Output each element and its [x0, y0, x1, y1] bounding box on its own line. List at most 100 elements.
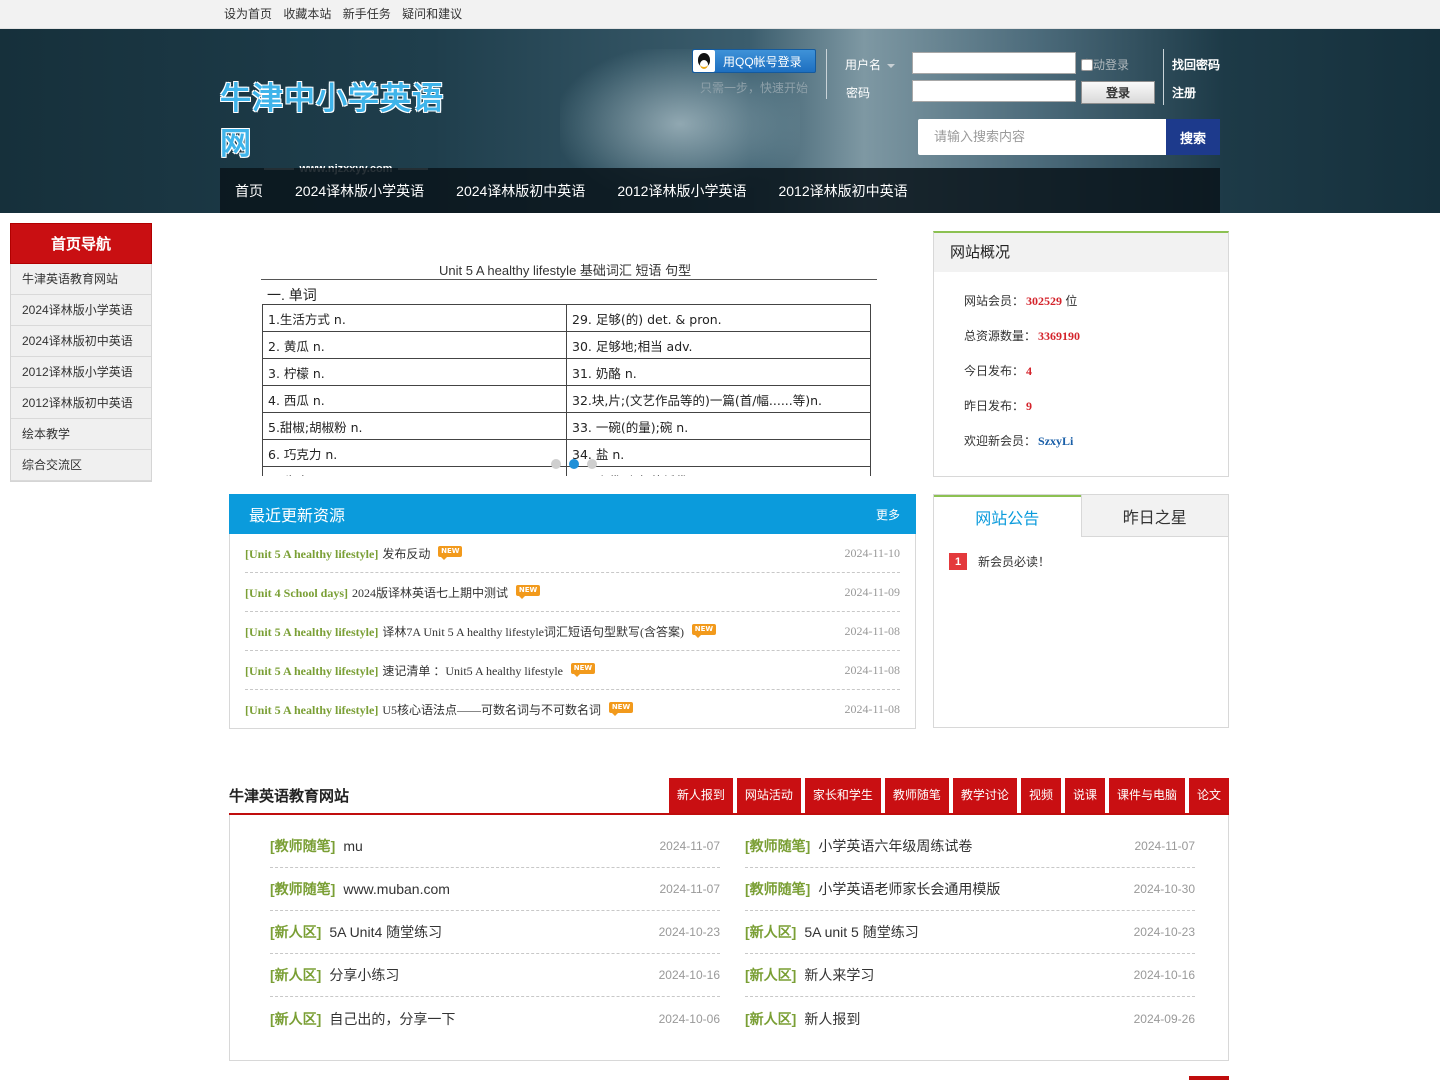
new-badge-icon: NEW — [438, 545, 463, 560]
list-item[interactable]: [新人区] 分享小练习 2024-10-16 — [270, 954, 720, 997]
qq-login-button[interactable]: 用QQ帐号登录 — [692, 49, 816, 73]
login-button[interactable]: 登录 — [1081, 81, 1155, 104]
newbie-task-link[interactable]: 新手任务 — [343, 7, 391, 21]
section-tag[interactable]: 课件与电脑 — [1108, 778, 1185, 813]
list-item[interactable]: [新人区] 自己出的，分享一下 2024-10-06 — [270, 997, 720, 1040]
post-title-link[interactable]: 新人来学习 — [804, 967, 874, 983]
banner-slider[interactable]: Unit 5 A healthy lifestyle 基础词汇 短语 句型 一.… — [229, 231, 919, 476]
new-badge-icon: NEW — [609, 702, 633, 716]
list-item[interactable]: [教师随笔] mu 2024-11-07 — [270, 825, 720, 868]
post-title-link[interactable]: 5A unit 5 随堂练习 — [804, 924, 918, 940]
resource-title-link[interactable]: 速记清单 ：Unit5 A healthy lifestyle — [382, 664, 563, 678]
tab-yesterday-star[interactable]: 昨日之星 — [1080, 495, 1228, 537]
resource-title-link[interactable]: 译林7A Unit 5 A healthy lifestyle词汇短语句型默写(… — [382, 625, 684, 639]
post-title-link[interactable]: 小学英语老师家长会通用模版 — [818, 881, 1000, 897]
post-title-link[interactable]: 自己出的，分享一下 — [329, 1011, 455, 1027]
post-category-link[interactable]: [新人区] — [270, 924, 321, 940]
side-nav-item[interactable]: 牛津英语教育网站 — [11, 264, 151, 295]
feedback-link[interactable]: 疑问和建议 — [402, 7, 462, 21]
tab-site-notice[interactable]: 网站公告 — [934, 495, 1081, 537]
nav-item-2012-primary[interactable]: 2012译林版小学英语 — [617, 181, 746, 201]
nav-item-2024-primary[interactable]: 2024译林版小学英语 — [295, 181, 424, 201]
list-item[interactable]: [Unit 5 A healthy lifestyle] 速记清单 ：Unit5 … — [245, 651, 900, 690]
post-title-link[interactable]: 小学英语六年级周练试卷 — [818, 838, 972, 854]
side-nav-item[interactable]: 绘本教学 — [11, 419, 151, 450]
post-title-link[interactable]: 新人报到 — [804, 1011, 860, 1027]
set-homepage-link[interactable]: 设为首页 — [224, 7, 272, 21]
table-row: 1.生活方式 n. 29. 足够(的) det. & pron. — [262, 304, 871, 332]
post-category-link[interactable]: [新人区] — [745, 924, 796, 940]
table-row: 4. 西瓜 n. 32.块,片;(文艺作品等的)一篇(首/幅......等)n. — [262, 385, 871, 413]
site-logo[interactable]: 牛津中小学英语网 www.njzxxyy.com — [220, 73, 472, 175]
list-item[interactable]: [新人区] 5A unit 5 随堂练习 2024-10-23 — [745, 911, 1195, 954]
resource-title-link[interactable]: 2024版译林英语七上期中测试 — [352, 586, 508, 600]
forgot-password-link[interactable]: 找回密码 — [1172, 56, 1220, 73]
side-nav-item[interactable]: 2024译林版初中英语 — [11, 326, 151, 357]
new-member-link[interactable]: SzxyLi — [1038, 434, 1073, 448]
post-title-link[interactable]: 5A Unit4 随堂练习 — [329, 924, 442, 940]
side-nav-item[interactable]: 2024译林版小学英语 — [11, 295, 151, 326]
post-title-link[interactable]: www.muban.com — [343, 881, 450, 897]
post-category-link[interactable]: [教师随笔] — [745, 881, 810, 897]
resource-category-link[interactable]: [Unit 5 A healthy lifestyle] — [245, 625, 378, 639]
list-item[interactable]: [新人区] 新人报到 2024-09-26 — [745, 997, 1195, 1040]
nav-item-home[interactable]: 首页 — [235, 181, 263, 201]
section-tag[interactable]: 说课 — [1064, 778, 1105, 813]
resource-category-link[interactable]: [Unit 5 A healthy lifestyle] — [245, 703, 378, 717]
post-title-link[interactable]: mu — [343, 838, 362, 854]
list-item[interactable]: [Unit 5 A healthy lifestyle] U5核心语法点——可数名… — [245, 690, 900, 729]
more-link[interactable]: 更多 — [876, 506, 900, 523]
side-nav-item[interactable]: 综合交流区 — [11, 450, 151, 481]
post-category-link[interactable]: [教师随笔] — [745, 838, 810, 854]
resource-category-link[interactable]: [Unit 4 School days] — [245, 586, 348, 600]
post-category-link[interactable]: [新人区] — [270, 1011, 321, 1027]
resource-title-link[interactable]: 发布反动 — [382, 547, 430, 561]
slider-dot[interactable] — [587, 459, 597, 469]
list-item[interactable]: [新人区] 新人来学习 2024-10-16 — [745, 954, 1195, 997]
username-input[interactable] — [912, 52, 1076, 74]
resource-title-link[interactable]: U5核心语法点——可数名词与不可数名词 — [382, 703, 601, 717]
post-category-link[interactable]: [新人区] — [270, 967, 321, 983]
section-tag[interactable]: 教师随笔 — [884, 778, 949, 813]
search-input[interactable]: 请输入搜索内容 — [918, 119, 1168, 155]
section-tag[interactable]: 家长和学生 — [804, 778, 881, 813]
nav-item-2012-junior[interactable]: 2012译林版初中英语 — [778, 181, 907, 201]
post-category-link[interactable]: [新人区] — [745, 967, 796, 983]
list-item[interactable]: [教师随笔] 小学英语六年级周练试卷 2024-11-07 — [745, 825, 1195, 868]
notice-title-link[interactable]: 新会员必读！ — [978, 553, 1050, 570]
side-nav-item[interactable]: 2012译林版初中英语 — [11, 388, 151, 419]
notice-item[interactable]: 1 新会员必读！ — [949, 553, 1228, 570]
list-item[interactable]: [Unit 5 A healthy lifestyle] 发布反动 NEW 2024… — [245, 534, 900, 573]
auto-login-checkbox[interactable]: 自动登录 — [1081, 56, 1129, 73]
resource-category-link[interactable]: [Unit 5 A healthy lifestyle] — [245, 547, 378, 561]
new-badge-icon: NEW — [570, 662, 595, 677]
nav-item-2024-junior[interactable]: 2024译林版初中英语 — [456, 181, 585, 201]
search-button[interactable]: 搜索 — [1166, 119, 1220, 155]
section-tag[interactable]: 视频 — [1020, 778, 1061, 813]
side-nav-item[interactable]: 2012译林版小学英语 — [11, 357, 151, 388]
post-category-link[interactable]: [教师随笔] — [270, 881, 335, 897]
section-tag[interactable]: 新人报到 — [668, 778, 733, 813]
post-date: 2024-10-06 — [658, 1011, 720, 1026]
slider-dot-active[interactable] — [569, 459, 579, 469]
section-tag[interactable]: 网站活动 — [736, 778, 801, 813]
list-item[interactable]: [Unit 5 A healthy lifestyle] 译林7A Unit 5 … — [245, 612, 900, 651]
list-item[interactable]: [教师随笔] www.muban.com 2024-11-07 — [270, 868, 720, 911]
login-divider-2 — [1163, 49, 1164, 105]
resource-category-link[interactable]: [Unit 5 A healthy lifestyle] — [245, 664, 378, 678]
list-item[interactable]: [新人区] 5A Unit4 随堂练习 2024-10-23 — [270, 911, 720, 954]
list-item[interactable]: [教师随笔] 小学英语老师家长会通用模版 2024-10-30 — [745, 868, 1195, 911]
table-cell: 3. 柠檬 n. — [262, 358, 567, 386]
section-tag[interactable]: 教学讨论 — [952, 778, 1017, 813]
section-tag[interactable]: 论文 — [1188, 778, 1229, 813]
post-category-link[interactable]: [教师随笔] — [270, 838, 335, 854]
username-type-select[interactable]: 用户名 — [845, 56, 896, 73]
password-input[interactable] — [912, 80, 1076, 102]
list-item[interactable]: [Unit 4 School days] 2024版译林英语七上期中测试 NEW 2… — [245, 573, 900, 612]
register-link[interactable]: 注册 — [1172, 84, 1196, 101]
post-title-link[interactable]: 分享小练习 — [329, 967, 399, 983]
top-bar: 设为首页 收藏本站 新手任务 疑问和建议 — [0, 0, 1440, 29]
post-category-link[interactable]: [新人区] — [745, 1011, 796, 1027]
slider-dot[interactable] — [551, 459, 561, 469]
bookmark-link[interactable]: 收藏本站 — [283, 7, 331, 21]
